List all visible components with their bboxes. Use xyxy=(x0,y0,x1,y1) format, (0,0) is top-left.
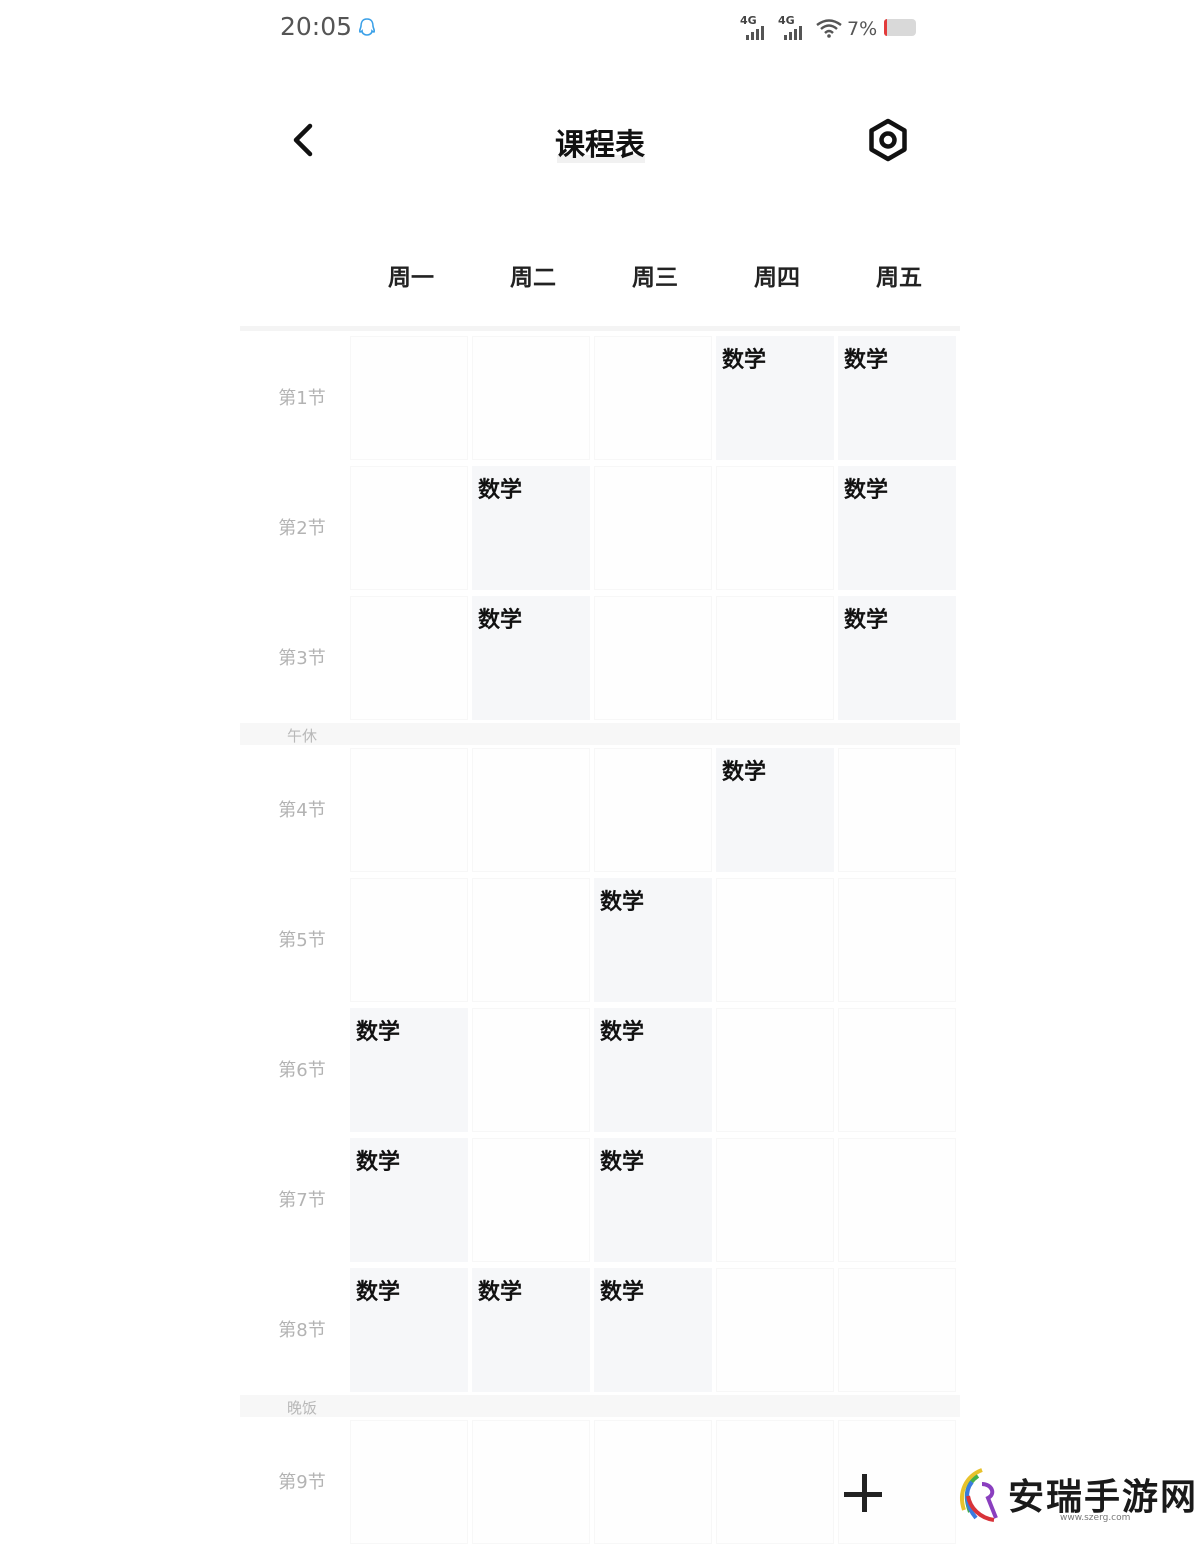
course-cell-thu-p5[interactable] xyxy=(716,878,834,1002)
course-cell-mon-p4[interactable] xyxy=(350,748,468,872)
course-cell-thu-p3[interactable] xyxy=(716,596,834,720)
course-name: 数学 xyxy=(844,348,889,373)
course-cell-fri-p3[interactable]: 数学 xyxy=(838,596,956,720)
course-name: 数学 xyxy=(600,1150,645,1175)
period-label-3: 第3节 xyxy=(278,648,326,669)
period-label-5: 第5节 xyxy=(278,930,326,951)
day-header-thu: 周四 xyxy=(754,265,800,291)
course-name: 数学 xyxy=(722,348,767,373)
course-cell-wed-p4[interactable] xyxy=(594,748,712,872)
period-label-6: 第6节 xyxy=(278,1060,326,1081)
course-name: 数学 xyxy=(600,890,645,915)
course-cell-thu-p1[interactable]: 数学 xyxy=(716,336,834,460)
course-cell-mon-p9[interactable] xyxy=(350,1420,468,1544)
course-cell-tue-p1[interactable] xyxy=(472,336,590,460)
course-cell-fri-p1[interactable]: 数学 xyxy=(838,336,956,460)
day-header-wed: 周三 xyxy=(632,265,678,291)
course-cell-wed-p2[interactable] xyxy=(594,466,712,590)
course-cell-tue-p9[interactable] xyxy=(472,1420,590,1544)
settings-icon[interactable] xyxy=(864,116,912,164)
course-name: 数学 xyxy=(478,608,523,633)
cell-signal-icon-2: 4G xyxy=(778,14,808,40)
page-title: 课程表 xyxy=(555,128,645,163)
period-label-4: 第4节 xyxy=(278,800,326,821)
break-row-lunch xyxy=(240,723,960,745)
qq-notification-icon xyxy=(358,18,376,36)
watermark-url: www.szerg.com xyxy=(1060,1513,1131,1523)
course-name: 数学 xyxy=(356,1150,401,1175)
watermark-logo-icon xyxy=(960,1468,998,1522)
course-cell-wed-p8[interactable]: 数学 xyxy=(594,1268,712,1392)
period-label-7: 第7节 xyxy=(278,1190,326,1211)
course-cell-tue-p2[interactable]: 数学 xyxy=(472,466,590,590)
course-cell-thu-p4[interactable]: 数学 xyxy=(716,748,834,872)
back-arrow-icon[interactable] xyxy=(288,122,318,158)
course-name: 数学 xyxy=(722,760,767,785)
course-cell-fri-p4[interactable] xyxy=(838,748,956,872)
battery-percent: 7% xyxy=(847,18,878,40)
course-cell-mon-p8[interactable]: 数学 xyxy=(350,1268,468,1392)
course-cell-wed-p7[interactable]: 数学 xyxy=(594,1138,712,1262)
break-label-dinner: 晚饭 xyxy=(286,1399,317,1417)
wifi-icon xyxy=(816,19,842,38)
break-row-dinner xyxy=(240,1395,960,1417)
course-name: 数学 xyxy=(478,478,523,503)
course-cell-fri-p7[interactable] xyxy=(838,1138,956,1262)
course-cell-mon-p6[interactable]: 数学 xyxy=(350,1008,468,1132)
course-name: 数学 xyxy=(844,608,889,633)
course-name: 数学 xyxy=(356,1280,401,1305)
course-cell-mon-p1[interactable] xyxy=(350,336,468,460)
course-cell-tue-p5[interactable] xyxy=(472,878,590,1002)
status-time: 20:05 xyxy=(280,12,353,41)
course-cell-tue-p3[interactable]: 数学 xyxy=(472,596,590,720)
course-cell-wed-p5[interactable]: 数学 xyxy=(594,878,712,1002)
course-name: 数学 xyxy=(478,1280,523,1305)
course-cell-thu-p9[interactable] xyxy=(716,1420,834,1544)
course-cell-fri-p8[interactable] xyxy=(838,1268,956,1392)
period-label-9: 第9节 xyxy=(278,1472,326,1493)
add-course-button[interactable] xyxy=(840,1470,888,1518)
course-cell-mon-p2[interactable] xyxy=(350,466,468,590)
course-cell-thu-p8[interactable] xyxy=(716,1268,834,1392)
course-cell-mon-p3[interactable] xyxy=(350,596,468,720)
course-name: 数学 xyxy=(356,1020,401,1045)
course-cell-thu-p6[interactable] xyxy=(716,1008,834,1132)
course-cell-fri-p5[interactable] xyxy=(838,878,956,1002)
period-label-1: 第1节 xyxy=(278,388,326,409)
course-cell-tue-p6[interactable] xyxy=(472,1008,590,1132)
course-cell-tue-p7[interactable] xyxy=(472,1138,590,1262)
period-label-2: 第2节 xyxy=(278,518,326,539)
header-divider xyxy=(240,326,960,331)
course-cell-fri-p6[interactable] xyxy=(838,1008,956,1132)
course-cell-thu-p2[interactable] xyxy=(716,466,834,590)
day-header-fri: 周五 xyxy=(876,265,922,291)
day-header-mon: 周一 xyxy=(388,265,434,291)
course-cell-thu-p7[interactable] xyxy=(716,1138,834,1262)
break-label-lunch: 午休 xyxy=(286,727,317,745)
course-cell-fri-p2[interactable]: 数学 xyxy=(838,466,956,590)
course-cell-wed-p6[interactable]: 数学 xyxy=(594,1008,712,1132)
course-cell-mon-p7[interactable]: 数学 xyxy=(350,1138,468,1262)
battery-icon xyxy=(884,19,916,36)
course-cell-mon-p5[interactable] xyxy=(350,878,468,1002)
course-name: 数学 xyxy=(600,1280,645,1305)
day-header-tue: 周二 xyxy=(510,265,556,291)
course-cell-wed-p1[interactable] xyxy=(594,336,712,460)
period-label-8: 第8节 xyxy=(278,1320,326,1341)
cell-signal-icon-1: 4G xyxy=(740,14,770,40)
course-name: 数学 xyxy=(600,1020,645,1045)
course-cell-wed-p9[interactable] xyxy=(594,1420,712,1544)
course-cell-wed-p3[interactable] xyxy=(594,596,712,720)
course-name: 数学 xyxy=(844,478,889,503)
course-cell-tue-p4[interactable] xyxy=(472,748,590,872)
course-cell-tue-p8[interactable]: 数学 xyxy=(472,1268,590,1392)
